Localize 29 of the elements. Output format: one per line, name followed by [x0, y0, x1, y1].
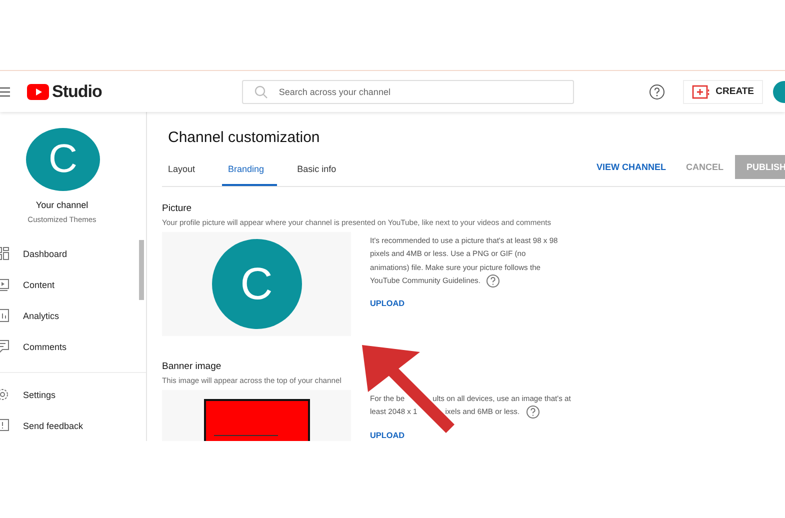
scrollbar[interactable] — [139, 240, 144, 300]
view-channel-link[interactable]: VIEW CHANNEL — [588, 156, 674, 178]
help-icon[interactable] — [648, 84, 665, 100]
help-icon[interactable] — [526, 404, 540, 419]
play-logo-icon — [27, 84, 49, 100]
tab[interactable]: Layout — [162, 154, 208, 186]
upload-link[interactable]: UPLOAD — [370, 430, 405, 440]
page-title: Channel customization — [168, 129, 321, 146]
avatar-preview: C — [212, 239, 302, 329]
nav-item[interactable]: Analytics — [0, 300, 146, 331]
section-heading: Banner image — [162, 361, 222, 372]
nav-item[interactable]: Send feedback — [0, 410, 146, 441]
search-field[interactable]: Search across your channel — [242, 80, 574, 104]
upload-link[interactable]: UPLOAD — [370, 299, 405, 308]
channel-avatar[interactable]: C — [26, 128, 100, 191]
menu-icon[interactable] — [0, 86, 10, 96]
nav-item[interactable]: Settings — [0, 379, 146, 410]
help-icon[interactable] — [486, 274, 500, 288]
channel-name: Your channel — [34, 200, 90, 210]
section-heading: Picture — [162, 203, 193, 214]
camera-plus-icon — [692, 84, 712, 98]
tab[interactable]: Branding — [222, 154, 278, 186]
nav-item[interactable]: Comments — [0, 331, 146, 362]
nav-item[interactable]: Dashboard — [0, 238, 146, 269]
logo-text: Studio — [52, 82, 102, 102]
tab[interactable]: Basic info — [291, 154, 350, 186]
create-button[interactable]: CREATE — [682, 80, 763, 104]
nav-item[interactable]: Content — [0, 269, 146, 300]
search-icon — [254, 84, 268, 98]
